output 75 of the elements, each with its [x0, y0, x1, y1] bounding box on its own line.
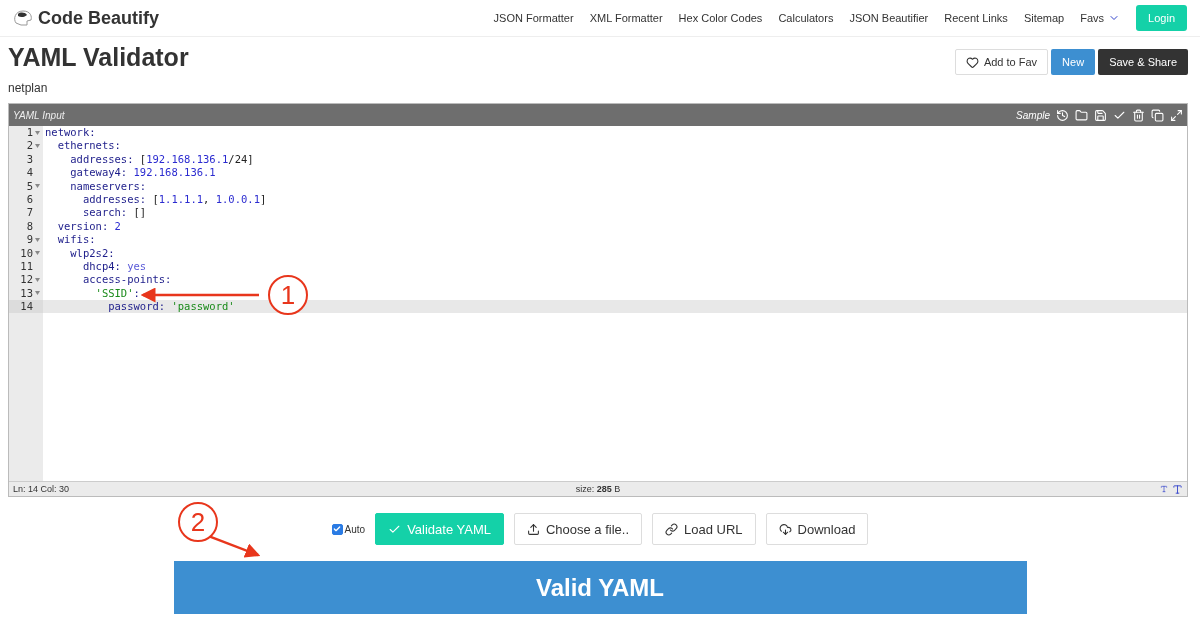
auto-label: Auto — [344, 523, 366, 535]
code-line: dhcp4: yes — [81, 259, 147, 274]
sample-link[interactable]: Sample — [1016, 109, 1050, 121]
page-title: YAML Validator — [8, 43, 189, 72]
code-line: access-points: — [81, 273, 172, 287]
nav-link[interactable]: Hex Color Codes — [678, 12, 763, 24]
code-line: nameservers: — [69, 179, 147, 193]
code-line: version: 2 — [56, 219, 121, 234]
line-number: 13 — [20, 286, 33, 301]
upload-icon — [526, 522, 540, 536]
nav-link[interactable]: Calculators — [778, 12, 834, 24]
large-font-icon[interactable] — [1172, 483, 1183, 495]
line-number: 12 — [20, 273, 33, 287]
line-number: 4 — [26, 166, 33, 180]
line-number: 10 — [20, 246, 33, 260]
line-number: 8 — [26, 219, 33, 234]
result-banner: Valid YAML — [173, 561, 1027, 614]
cloud-download-icon — [778, 522, 792, 536]
fold-icon[interactable] — [35, 144, 40, 149]
file-size: size: 285 B — [575, 484, 621, 494]
line-number: 3 — [26, 152, 33, 167]
nav-link[interactable]: Recent Links — [944, 12, 1008, 24]
line-number: 7 — [26, 206, 33, 220]
auto-checkbox[interactable] — [331, 523, 343, 535]
fold-icon[interactable] — [35, 130, 40, 135]
code-line: ethernets: — [56, 139, 121, 153]
line-number: 5 — [26, 179, 33, 193]
line-number: 11 — [20, 259, 33, 274]
nav-link[interactable]: JSON Formatter — [493, 12, 574, 24]
callout-arrow — [209, 535, 261, 558]
link-icon — [665, 522, 679, 536]
callout-number: 1 — [268, 275, 308, 315]
choose-file-button[interactable]: Choose a file.. — [513, 513, 643, 545]
trash-icon[interactable] — [1132, 108, 1145, 122]
code-line: wifis: — [56, 233, 96, 247]
nav-link[interactable]: Favs — [1080, 12, 1121, 24]
fold-icon[interactable] — [35, 184, 40, 189]
editor-title: YAML Input — [13, 109, 65, 121]
add-to-fav-button[interactable]: Add to Fav — [954, 49, 1049, 75]
page-subtitle: netplan — [8, 81, 49, 95]
line-number: 9 — [26, 233, 33, 247]
folder-icon[interactable] — [1075, 108, 1088, 122]
nav-link[interactable]: Sitemap — [1023, 12, 1065, 24]
fold-icon[interactable] — [35, 237, 40, 242]
code-line: password: 'password' — [107, 300, 235, 314]
line-number: 6 — [26, 192, 33, 207]
small-font-icon[interactable] — [1160, 485, 1168, 493]
code-line: addresses: [1.1.1.1, 1.0.0.1] — [81, 192, 267, 207]
save-icon[interactable] — [1094, 108, 1107, 122]
history-icon[interactable] — [1056, 108, 1069, 122]
fold-icon[interactable] — [35, 251, 40, 256]
code-line: network: — [44, 126, 96, 140]
fold-icon[interactable] — [35, 291, 40, 296]
heart-icon — [965, 55, 979, 69]
save-share-button[interactable]: Save & Share — [1098, 49, 1188, 75]
code-line: addresses: [192.168.136.1/24] — [69, 152, 254, 167]
nav-link[interactable]: JSON Beautifier — [849, 12, 929, 24]
nav-link[interactable]: XML Formatter — [589, 12, 663, 24]
code-line: gateway4: 192.168.136.1 — [69, 166, 216, 180]
fold-icon[interactable] — [35, 278, 40, 282]
code-line: search: [] — [81, 206, 147, 220]
logo-icon — [12, 7, 34, 29]
copy-icon[interactable] — [1151, 108, 1164, 122]
download-button[interactable]: Download — [765, 513, 869, 545]
load-url-button[interactable]: Load URL — [652, 513, 756, 545]
cursor-position: Ln: 14 Col: 30 — [13, 484, 70, 494]
code-line: wlp2s2: — [69, 246, 115, 260]
code-line: 'SSID': — [94, 286, 140, 301]
line-number: 2 — [26, 139, 33, 153]
callout-number: 2 — [178, 502, 218, 542]
expand-icon[interactable] — [1170, 108, 1183, 122]
brand-name[interactable]: Code Beautify — [38, 7, 160, 29]
line-number: 1 — [26, 126, 33, 140]
line-number: 14 — [20, 300, 33, 314]
code-editor[interactable] — [8, 103, 1188, 497]
